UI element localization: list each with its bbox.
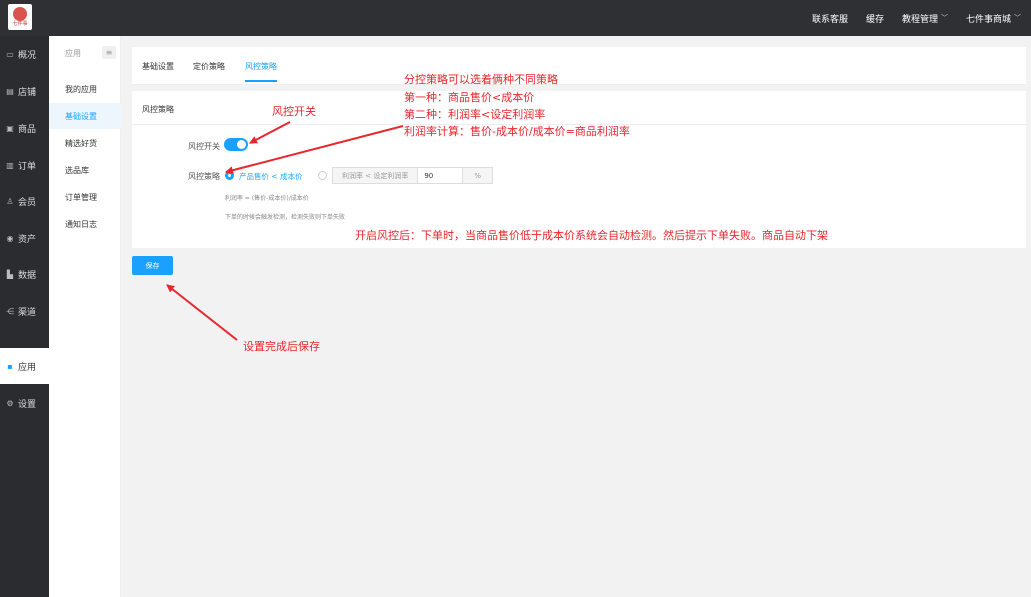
risk-control-toggle[interactable] <box>224 138 248 151</box>
sidebar-item-orders[interactable]: ▥ 订单 <box>0 147 49 183</box>
sidebar-item-assets[interactable]: ◉ 资产 <box>0 220 49 256</box>
asset-icon: ◉ <box>6 233 14 243</box>
strategy-radio-price-below-cost[interactable] <box>225 171 234 180</box>
goods-icon: ▣ <box>6 123 14 133</box>
subnav-item-notification-log[interactable]: 通知日志 <box>49 211 121 237</box>
main-sidebar: ▭ 概况 ▤ 店铺 ▣ 商品 ▥ 订单 ♙ 会员 ◉ 资产 ▙ 数据 ⋲ 渠道 ▪ 应用 ⚙ 设置 <box>0 36 49 597</box>
tab-basic-settings[interactable]: 基础设置 <box>142 47 174 85</box>
annotation-strategies-line4: 利润率计算：售价-成本价/成本价=商品利润率 <box>404 125 630 138</box>
strategy-option-1-label[interactable]: 产品售价 < 成本价 <box>239 171 303 182</box>
top-bar: 七件事 联系客服 缓存 教程管理 ﹀ 七件事商城 ﹀ <box>0 0 1031 36</box>
tab-pricing-strategy[interactable]: 定价策略 <box>193 47 225 85</box>
user-icon: ♙ <box>6 196 14 206</box>
logo-text: 七件事 <box>12 21 28 27</box>
sidebar-item-overview[interactable]: ▭ 概况 <box>0 36 49 72</box>
topnav-label: 七件事商城 <box>965 14 1011 25</box>
sub-sidebar: 应用 ≡ 我的应用 基础设置 精选好货 选品库 订单管理 通知日志 <box>49 36 121 597</box>
percent-suffix: % <box>462 168 492 183</box>
annotation-switch: 风控开关 <box>272 105 316 118</box>
subnav-item-selection-library[interactable]: 选品库 <box>49 157 121 183</box>
topnav-label: 联系客服 <box>811 14 848 25</box>
sidebar-item-label: 渠道 <box>18 307 37 318</box>
tab-bar: 基础设置 定价策略 风控策略 <box>132 47 1026 85</box>
sidebar-item-label: 应用 <box>18 362 37 373</box>
save-button[interactable]: 保存 <box>132 256 173 275</box>
top-nav: 联系客服 缓存 教程管理 ﹀ 七件事商城 ﹀ <box>812 0 1021 36</box>
logo-emblem-icon <box>13 7 27 21</box>
chevron-down-icon: ﹀ <box>940 14 948 22</box>
sidebar-item-apps[interactable]: ▪ 应用 <box>0 348 49 384</box>
subnav-item-basic-settings[interactable]: 基础设置 <box>49 103 121 129</box>
sidebar-item-members[interactable]: ♙ 会员 <box>0 183 49 219</box>
annotation-strategies-line1: 分控策略可以选着俩种不同策略 <box>404 73 558 86</box>
tab-risk-control[interactable]: 风控策略 <box>245 47 277 85</box>
annotation-strategies-line3: 第二种：利润率<设定利润率 <box>404 108 546 121</box>
sidebar-item-label: 会员 <box>18 197 37 208</box>
sidebar-item-label: 概况 <box>18 50 37 61</box>
strategy-radio-profit-rate[interactable] <box>318 171 327 180</box>
store-icon: ▤ <box>6 86 14 96</box>
profit-rate-prefix: 利润率 < 设定利润率 <box>333 168 419 183</box>
sidebar-item-label: 商品 <box>18 124 37 135</box>
channel-icon: ⋲ <box>6 306 14 316</box>
main-content: 基础设置 定价策略 风控策略 风控策略 风控开关 风控策略 产品售价 < 成本价… <box>121 36 1031 597</box>
sidebar-item-label: 设置 <box>18 399 37 410</box>
topnav-cache[interactable]: 缓存 <box>866 12 884 25</box>
gear-icon: ⚙ <box>6 398 14 408</box>
profit-rate-formula-hint: 利润率 = (售价-成本价)/成本价 <box>225 195 309 202</box>
topnav-store-menu[interactable]: 七件事商城 ﹀ <box>966 12 1021 25</box>
profit-rate-input[interactable] <box>418 168 463 183</box>
detection-hint: 下单的时候会触发检测，检测失败则下单失败 <box>225 214 346 221</box>
annotation-strategies-line2: 第一种：商品售价<成本价 <box>404 91 535 104</box>
annotation-save: 设置完成后保存 <box>243 340 320 353</box>
section-title: 风控策略 <box>142 105 174 114</box>
sidebar-item-label: 店铺 <box>18 87 37 98</box>
annotation-effect: 开启风控后：下单时，当商品售价低于成本价系统会自动检测。然后提示下单失败。商品自… <box>355 229 828 242</box>
topnav-contact-service[interactable]: 联系客服 <box>812 12 848 25</box>
sidebar-item-label: 资产 <box>18 234 37 245</box>
data-icon: ▙ <box>6 269 14 279</box>
sidebar-item-settings[interactable]: ⚙ 设置 <box>0 385 49 421</box>
monitor-icon: ▭ <box>6 49 14 59</box>
apps-icon: ▪ <box>7 361 13 371</box>
sidebar-item-channels[interactable]: ⋲ 渠道 <box>0 293 49 329</box>
sidebar-item-label: 数据 <box>18 270 37 281</box>
menu-icon[interactable]: ≡ <box>102 46 116 59</box>
sidebar-item-label: 订单 <box>18 161 37 172</box>
topnav-label: 教程管理 <box>901 14 938 25</box>
subnav-item-my-apps[interactable]: 我的应用 <box>49 76 121 102</box>
risk-control-card: 风控策略 风控开关 风控策略 产品售价 < 成本价 利润率 < 设定利润率 % … <box>132 91 1026 248</box>
subnav-item-order-management[interactable]: 订单管理 <box>49 184 121 210</box>
sidebar-item-data[interactable]: ▙ 数据 <box>0 256 49 292</box>
logo[interactable]: 七件事 <box>8 4 32 30</box>
topnav-tutorial-menu[interactable]: 教程管理 ﹀ <box>902 12 948 25</box>
chevron-down-icon: ﹀ <box>1014 14 1021 22</box>
topnav-label: 缓存 <box>865 14 884 25</box>
sidebar-item-store[interactable]: ▤ 店铺 <box>0 73 49 109</box>
profit-rate-input-group: 利润率 < 设定利润率 % <box>332 167 493 184</box>
sidebar-item-goods[interactable]: ▣ 商品 <box>0 110 49 146</box>
switch-label: 风控开关 <box>188 142 220 151</box>
subnav-item-featured-goods[interactable]: 精选好货 <box>49 130 121 156</box>
order-icon: ▥ <box>6 160 14 170</box>
strategy-label: 风控策略 <box>188 172 220 181</box>
